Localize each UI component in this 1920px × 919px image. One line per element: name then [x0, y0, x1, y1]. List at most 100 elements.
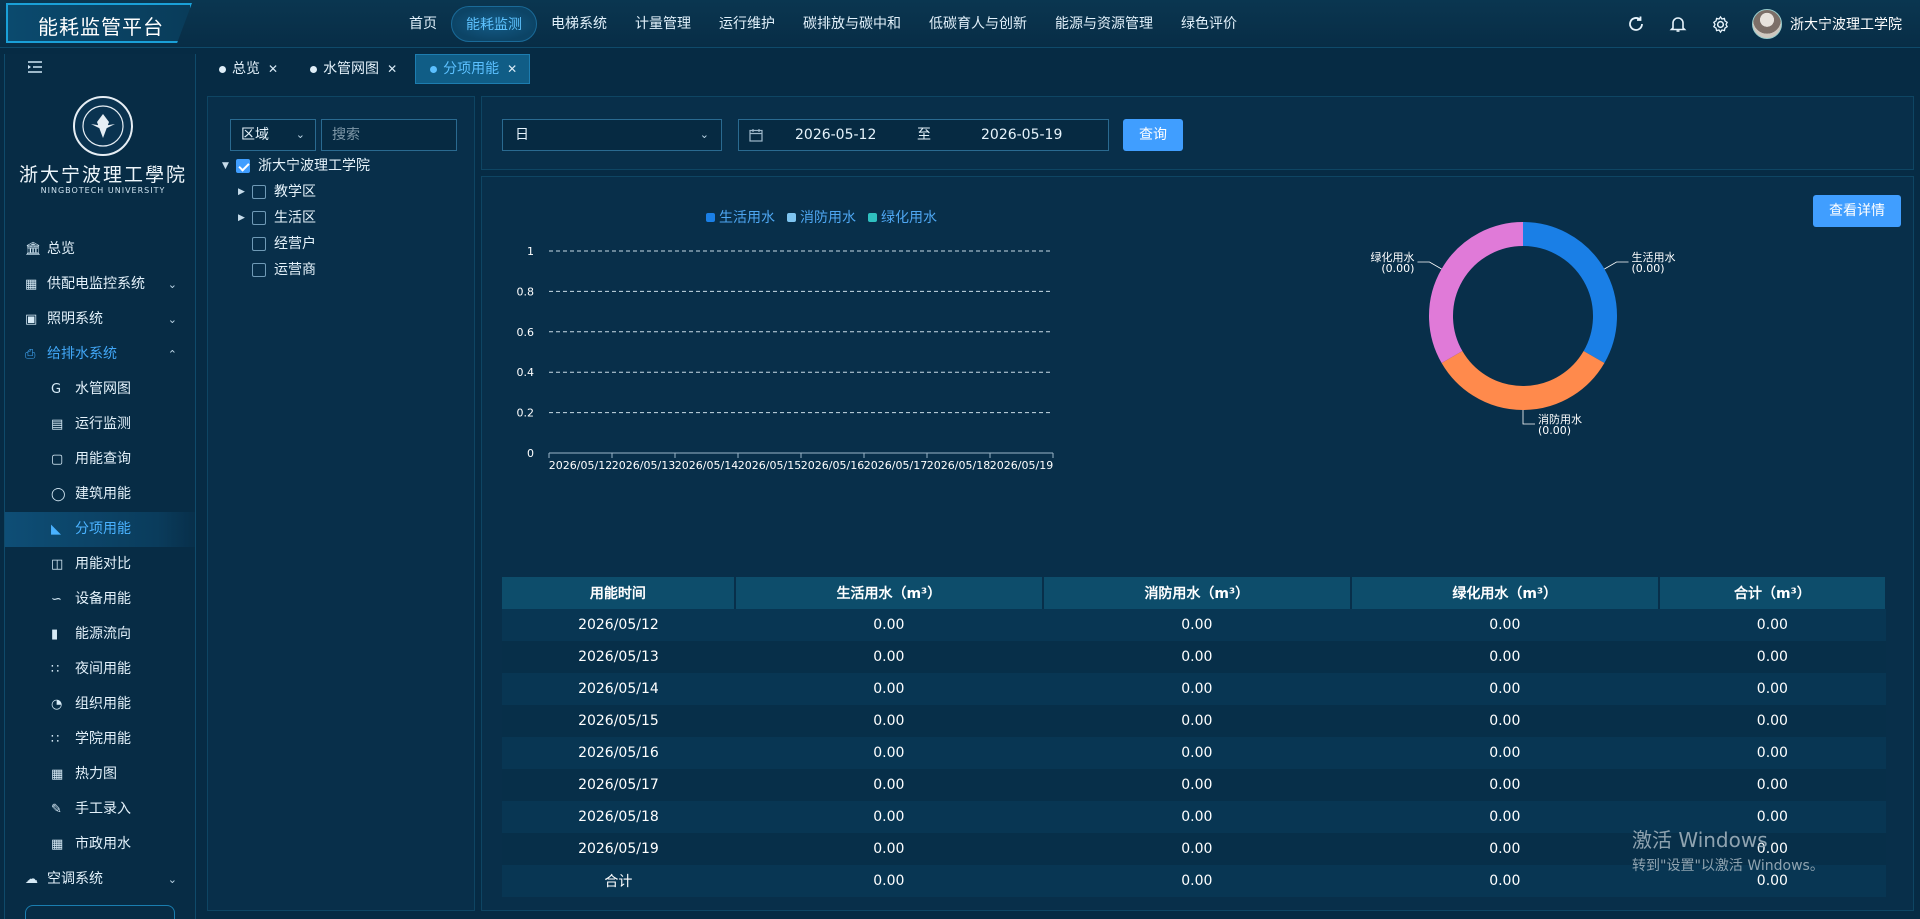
sidebar-item[interactable]: ◔ 组织用能 — [5, 687, 195, 722]
sidebar-item[interactable]: ⎙ 给排水系统 ⌃ — [5, 337, 195, 372]
sidebar-item-label: 手工录入 — [75, 801, 131, 817]
bell-icon[interactable] — [1668, 14, 1688, 34]
sidebar-item[interactable]: ∽ 设备用能 — [5, 582, 195, 617]
sidebar-item[interactable]: ▦ 供配电监控系统 ⌄ — [5, 267, 195, 302]
refresh-icon[interactable] — [1626, 14, 1646, 34]
tree-checkbox[interactable] — [252, 211, 266, 225]
tree-node[interactable]: ▼ 浙大宁波理工学院 — [222, 153, 462, 179]
end-date[interactable]: 2026-05-19 — [981, 120, 1062, 150]
menu-collapse-icon[interactable] — [27, 60, 43, 78]
main-nav: 首页 能耗监测 电梯系统 计量管理 运行维护 碳排放与碳中和 低碳育人与创新 能源与资源管理绿… — [395, 6, 1251, 42]
nav-item[interactable]: 碳排放与碳中和 — [789, 6, 915, 42]
sidebar-item-label: 供配电监控系统 — [47, 276, 145, 292]
donut-slice[interactable] — [1441, 350, 1605, 410]
table-cell: 0.00 — [1042, 801, 1351, 833]
nav-item[interactable]: 电梯系统 — [537, 6, 621, 42]
nav-item[interactable]: 计量管理 — [621, 6, 705, 42]
sidebar-menu: 🏛 总览 ▦ 供配电监控系统 ⌄ ▣ 照明系统 ⌄ ⎙ 给排水系统 ⌃ G 水管网图 ▤ 运行监测 ▢ 用能查询… — [5, 232, 195, 897]
bank-icon: 🏛 — [25, 242, 42, 257]
caret-right-icon[interactable]: ▶ — [238, 179, 245, 205]
nav-item[interactable]: 首页 — [395, 6, 451, 42]
date-range-picker[interactable]: 2026-05-12 至 2026-05-19 — [738, 119, 1109, 151]
pen-icon: ✎ — [51, 802, 62, 817]
sidebar-item[interactable]: ▮ 能源流向 — [5, 617, 195, 652]
table-cell: 0.00 — [734, 833, 1043, 865]
scatter-icon: ∷ — [51, 662, 60, 677]
sidebar-item[interactable]: ◯ 建筑用能 — [5, 477, 195, 512]
sidebar-item[interactable]: ☁ 空调系统 ⌄ — [5, 862, 195, 897]
table-cell: 0.00 — [1658, 673, 1886, 705]
tab[interactable]: 分项用能 ✕ — [415, 54, 531, 84]
label-leader-line — [1522, 410, 1535, 425]
table-cell: 0.00 — [1042, 641, 1351, 673]
table-cell: 0.00 — [1350, 769, 1659, 801]
app-logo: 能耗监管平台 — [6, 3, 192, 43]
period-select[interactable]: 日 ⌄ — [502, 119, 722, 151]
table-cell: 0.00 — [734, 705, 1043, 737]
tree-checkbox[interactable] — [236, 159, 250, 173]
table-cell: 2026/05/18 — [502, 801, 735, 833]
tab[interactable]: 总览 ✕ — [205, 54, 290, 84]
tree-search-input[interactable] — [321, 119, 457, 151]
tree-node[interactable]: 运营商 — [222, 257, 462, 283]
gear-icon[interactable] — [1710, 14, 1730, 34]
tree-node[interactable]: 经营户 — [222, 231, 462, 257]
sidebar-item-label: 夜间用能 — [75, 661, 131, 677]
tree-node[interactable]: ▶ 教学区 — [222, 179, 462, 205]
sidebar-item[interactable]: ∷ 学院用能 — [5, 722, 195, 757]
table-cell: 0.00 — [734, 673, 1043, 705]
windows-activation-watermark: 激活 Windows 转到"设置"以激活 Windows。 — [1632, 824, 1824, 875]
sidebar-item[interactable]: ▦ 热力图 — [5, 757, 195, 792]
query-button[interactable]: 查询 — [1123, 119, 1183, 151]
tree-checkbox[interactable] — [252, 185, 266, 199]
sidebar-item[interactable]: 🏛 总览 — [5, 232, 195, 267]
tab[interactable]: 水管网图 ✕ — [296, 54, 409, 84]
sidebar-item[interactable]: G 水管网图 — [5, 372, 195, 407]
start-date[interactable]: 2026-05-12 — [795, 120, 876, 150]
nav-item[interactable]: 能耗监测 — [451, 6, 537, 42]
caret-right-icon[interactable]: ▶ — [238, 205, 245, 231]
sidebar: 浙大宁波理工學院 NINGBOTECH UNIVERSITY 🏛 总览 ▦ 供配电监控… — [4, 54, 196, 919]
nav-item[interactable]: 低碳育人与创新 — [915, 6, 1041, 42]
tree-checkbox[interactable] — [252, 237, 266, 251]
area-chart-icon: ◣ — [51, 522, 61, 537]
sidebar-item-label: 用能对比 — [75, 556, 131, 572]
table-cell: 0.00 — [1042, 865, 1351, 897]
region-select[interactable]: 区域 ⌄ — [230, 119, 316, 151]
sidebar-item[interactable]: ▦ 市政用水 — [5, 827, 195, 862]
table-cell: 0.00 — [734, 609, 1043, 641]
sidebar-item[interactable]: ▤ 运行监测 — [5, 407, 195, 442]
sidebar-item-label: 分项用能 — [75, 521, 131, 537]
sidebar-item[interactable]: ◣ 分项用能 — [5, 512, 195, 547]
x-tick-label: 2026/05/14 — [675, 459, 738, 472]
tree-checkbox[interactable] — [252, 263, 266, 277]
table-row: 2026/05/13 0.00 0.00 0.00 0.00 — [502, 641, 1886, 673]
caret-down-icon[interactable]: ▼ — [222, 153, 229, 179]
close-icon[interactable]: ✕ — [268, 54, 278, 84]
close-icon[interactable]: ✕ — [387, 54, 397, 84]
tree-node[interactable]: ▶ 生活区 — [222, 205, 462, 231]
document-icon: ⎙ — [25, 347, 36, 362]
donut-slice[interactable] — [1429, 222, 1524, 363]
user-menu[interactable]: 浙大宁波理工学院 — [1752, 9, 1902, 39]
bar-chart-icon: ▮ — [51, 627, 59, 642]
table-cell: 0.00 — [734, 865, 1043, 897]
donut-slice[interactable] — [1522, 222, 1617, 363]
view-detail-button[interactable]: 查看详情 — [1813, 195, 1901, 227]
table-row: 2026/05/17 0.00 0.00 0.00 0.00 — [502, 769, 1886, 801]
table-cell: 0.00 — [1350, 801, 1659, 833]
sidebar-item[interactable]: ▢ 用能查询 — [5, 442, 195, 477]
sidebar-item-label: 学院用能 — [75, 731, 131, 747]
sidebar-item[interactable]: ◫ 用能对比 — [5, 547, 195, 582]
nav-item[interactable]: 运行维护 — [705, 6, 789, 42]
sidebar-item[interactable]: ✎ 手工录入 — [5, 792, 195, 827]
sidebar-item[interactable]: ∷ 夜间用能 — [5, 652, 195, 687]
nav-item[interactable]: 能源与资源管理 — [1041, 6, 1167, 42]
close-icon[interactable]: ✕ — [507, 54, 517, 84]
table-row: 2026/05/16 0.00 0.00 0.00 0.00 — [502, 737, 1886, 769]
nav-item[interactable]: 绿色评价 — [1167, 6, 1251, 42]
date-range-separator: 至 — [917, 127, 931, 143]
table-cell: 0.00 — [1658, 641, 1886, 673]
sidebar-item-label: 照明系统 — [47, 311, 103, 327]
sidebar-item[interactable]: ▣ 照明系统 ⌄ — [5, 302, 195, 337]
